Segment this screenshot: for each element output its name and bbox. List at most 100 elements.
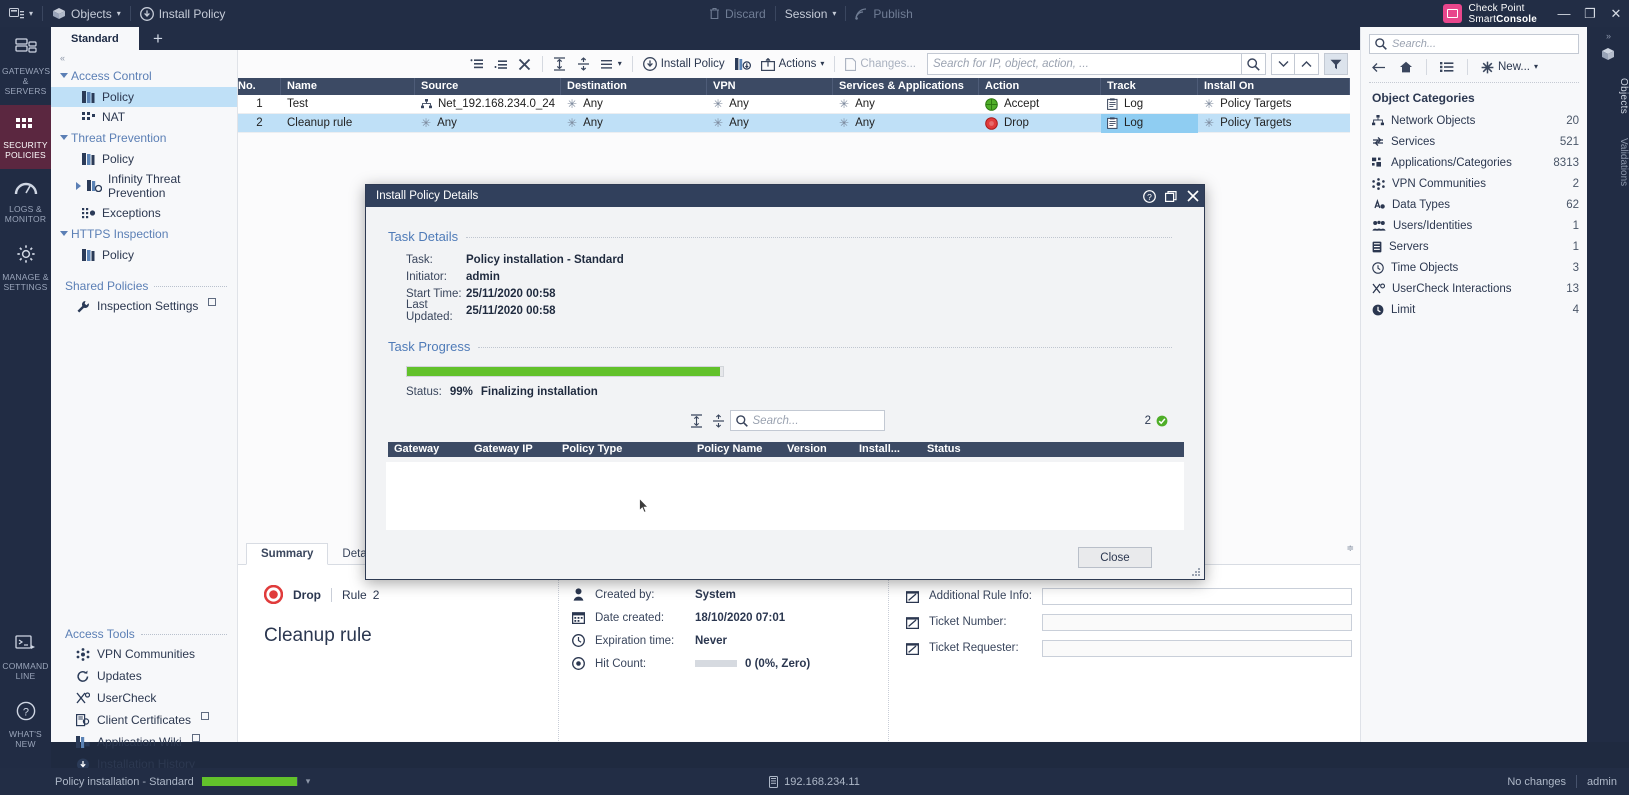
objects-rail-label[interactable]: Objects bbox=[1587, 78, 1629, 114]
column-header-services[interactable]: Services & Applications bbox=[833, 78, 979, 95]
column-header-install[interactable]: Install... bbox=[853, 442, 921, 457]
filter-button[interactable] bbox=[1324, 53, 1348, 75]
session-button[interactable]: Session ▾ bbox=[776, 0, 846, 27]
additional-rule-info-input[interactable] bbox=[1042, 588, 1352, 605]
expand-objects-icon[interactable]: » bbox=[1587, 27, 1629, 41]
rail-item-gateways-servers[interactable]: GATEWAYS& SERVERS bbox=[0, 27, 51, 105]
close-icon[interactable] bbox=[1182, 185, 1204, 207]
column-header-vpn[interactable]: VPN bbox=[707, 78, 833, 95]
collapse-all-button[interactable] bbox=[708, 410, 730, 431]
gateway-search-input[interactable]: Search... bbox=[730, 410, 885, 431]
minimize-button[interactable]: — bbox=[1551, 0, 1577, 27]
column-header-name[interactable]: Name bbox=[281, 78, 415, 95]
column-header-destination[interactable]: Destination bbox=[561, 78, 707, 95]
publish-button[interactable]: Publish bbox=[846, 0, 921, 27]
object-category-vpn-communities[interactable]: VPN Communities 2 bbox=[1361, 173, 1587, 194]
list-menu-button[interactable]: ▾ bbox=[596, 52, 627, 76]
delete-rule-button[interactable] bbox=[513, 52, 537, 76]
nav-item-usercheck[interactable]: UserCheck bbox=[51, 687, 237, 709]
nav-item-application-wiki[interactable]: Application Wiki bbox=[51, 731, 237, 753]
objects-list-view-button[interactable] bbox=[1435, 55, 1459, 79]
nav-item-updates[interactable]: Updates bbox=[51, 665, 237, 687]
expand-all-button[interactable] bbox=[548, 52, 572, 76]
column-header-version[interactable]: Version bbox=[781, 442, 853, 457]
object-category-users-identities[interactable]: Users/Identities 1 bbox=[1361, 215, 1587, 236]
rail-item-logs-monitor[interactable]: LOGS &MONITOR bbox=[0, 169, 51, 233]
column-header-track[interactable]: Track bbox=[1101, 78, 1198, 95]
object-category-limit[interactable]: Limit 4 bbox=[1361, 299, 1587, 320]
object-category-services[interactable]: Services 521 bbox=[1361, 131, 1587, 152]
column-header-gateway-ip[interactable]: Gateway IP bbox=[468, 442, 556, 457]
validations-rail-label[interactable]: Validations bbox=[1587, 138, 1629, 186]
nav-item-infinity-threat-prevention[interactable]: Infinity Threat Prevention bbox=[51, 169, 237, 203]
nav-item-inspection-settings[interactable]: Inspection Settings bbox=[51, 295, 237, 317]
nav-item-threat-prevention-policy[interactable]: Policy bbox=[51, 149, 237, 169]
nav-item-exceptions[interactable]: Exceptions bbox=[51, 203, 237, 223]
collapse-all-button[interactable] bbox=[572, 52, 596, 76]
rail-item-security-policies[interactable]: SECURITYPOLICIES bbox=[0, 105, 51, 169]
column-header-policy-name[interactable]: Policy Name bbox=[691, 442, 781, 457]
close-window-button[interactable]: ✕ bbox=[1603, 0, 1629, 27]
object-category-applications[interactable]: Applications/Categories 8313 bbox=[1361, 152, 1587, 173]
tab-standard[interactable]: Standard bbox=[51, 27, 139, 50]
objects-search-input[interactable]: Search... bbox=[1369, 34, 1579, 54]
actions-button[interactable]: Actions ▾ bbox=[756, 52, 830, 76]
column-header-status[interactable]: Status bbox=[921, 442, 1081, 457]
rule-search-submit-button[interactable] bbox=[1242, 53, 1266, 75]
search-prev-button[interactable] bbox=[1295, 53, 1319, 75]
resize-grip[interactable] bbox=[1190, 566, 1200, 576]
rules-table-header: No. Name Source Destination VPN Services… bbox=[238, 78, 1350, 95]
install-policy-menu-button[interactable]: Install Policy bbox=[131, 0, 235, 27]
add-rule-above-button[interactable] bbox=[465, 52, 489, 76]
tab-summary[interactable]: Summary bbox=[246, 543, 328, 565]
detail-pane-resize-handle[interactable]: ≑ bbox=[1346, 543, 1354, 554]
object-category-network-objects[interactable]: Network Objects 20 bbox=[1361, 110, 1587, 131]
maximize-icon[interactable] bbox=[1160, 185, 1182, 207]
nav-group-access-control[interactable]: Access Control bbox=[51, 65, 237, 87]
rail-item-whats-new[interactable]: ? WHAT'SNEW bbox=[0, 690, 51, 758]
nav-item-access-control-policy[interactable]: Policy bbox=[51, 87, 237, 107]
nav-item-https-inspection-policy[interactable]: Policy bbox=[51, 245, 237, 265]
changes-button[interactable]: Changes... bbox=[840, 52, 921, 76]
objects-home-button[interactable] bbox=[1394, 55, 1418, 79]
table-row[interactable]: 2 Cleanup rule ✳ Any ✳ Any ✳ Any ✳ Any bbox=[238, 114, 1350, 133]
object-category-usercheck-interactions[interactable]: UserCheck Interactions 13 bbox=[1361, 278, 1587, 299]
object-category-data-types[interactable]: Data Types 62 bbox=[1361, 194, 1587, 215]
add-tab-button[interactable]: + bbox=[143, 27, 173, 50]
column-header-gateway[interactable]: Gateway bbox=[388, 442, 468, 457]
close-button[interactable]: Close bbox=[1078, 547, 1152, 568]
nav-group-threat-prevention[interactable]: Threat Prevention bbox=[51, 127, 237, 149]
add-rule-below-button[interactable] bbox=[489, 52, 513, 76]
objects-menu-button[interactable]: Objects ▾ bbox=[43, 0, 130, 27]
app-menu-button[interactable]: ▾ bbox=[0, 0, 42, 27]
help-icon[interactable]: ? bbox=[1138, 185, 1160, 207]
restore-button[interactable]: ❐ bbox=[1577, 0, 1603, 27]
meta-key: Date created: bbox=[595, 612, 687, 624]
expand-all-button[interactable] bbox=[686, 410, 708, 431]
collapse-panel-button[interactable]: « bbox=[51, 50, 237, 65]
rule-search-input[interactable]: Search for IP, object, action, ... bbox=[927, 53, 1242, 75]
column-header-install-on[interactable]: Install On bbox=[1198, 78, 1350, 95]
install-database-button[interactable] bbox=[730, 52, 756, 76]
discard-button[interactable]: Discard bbox=[700, 0, 775, 27]
column-header-source[interactable]: Source bbox=[415, 78, 561, 95]
column-header-action[interactable]: Action bbox=[979, 78, 1101, 95]
objects-back-button[interactable] bbox=[1367, 55, 1391, 79]
nav-item-vpn-communities[interactable]: VPN Communities bbox=[51, 643, 237, 665]
nav-item-nat[interactable]: NAT bbox=[51, 107, 237, 127]
nav-group-https-inspection[interactable]: HTTPS Inspection bbox=[51, 223, 237, 245]
nav-item-client-certificates[interactable]: Client Certificates bbox=[51, 709, 237, 731]
ticket-requester-input[interactable] bbox=[1042, 640, 1352, 657]
object-category-servers[interactable]: Servers 1 bbox=[1361, 236, 1587, 257]
search-next-button[interactable] bbox=[1271, 53, 1295, 75]
column-header-policy-type[interactable]: Policy Type bbox=[556, 442, 691, 457]
install-policy-button[interactable]: Install Policy bbox=[638, 52, 730, 76]
rail-item-manage-settings[interactable]: MANAGE &SETTINGS bbox=[0, 233, 51, 301]
object-category-time-objects[interactable]: Time Objects 3 bbox=[1361, 257, 1587, 278]
ticket-number-input[interactable] bbox=[1042, 614, 1352, 631]
objects-new-button[interactable]: New... ▾ bbox=[1476, 55, 1543, 79]
table-row[interactable]: 1 Test Net_192.168.234.0_24 ✳ Any ✳ Any bbox=[238, 95, 1350, 114]
rail-item-command-line[interactable]: COMMANDLINE bbox=[0, 624, 51, 690]
session-label: Session bbox=[785, 7, 828, 21]
column-header-no[interactable]: No. bbox=[238, 78, 281, 95]
